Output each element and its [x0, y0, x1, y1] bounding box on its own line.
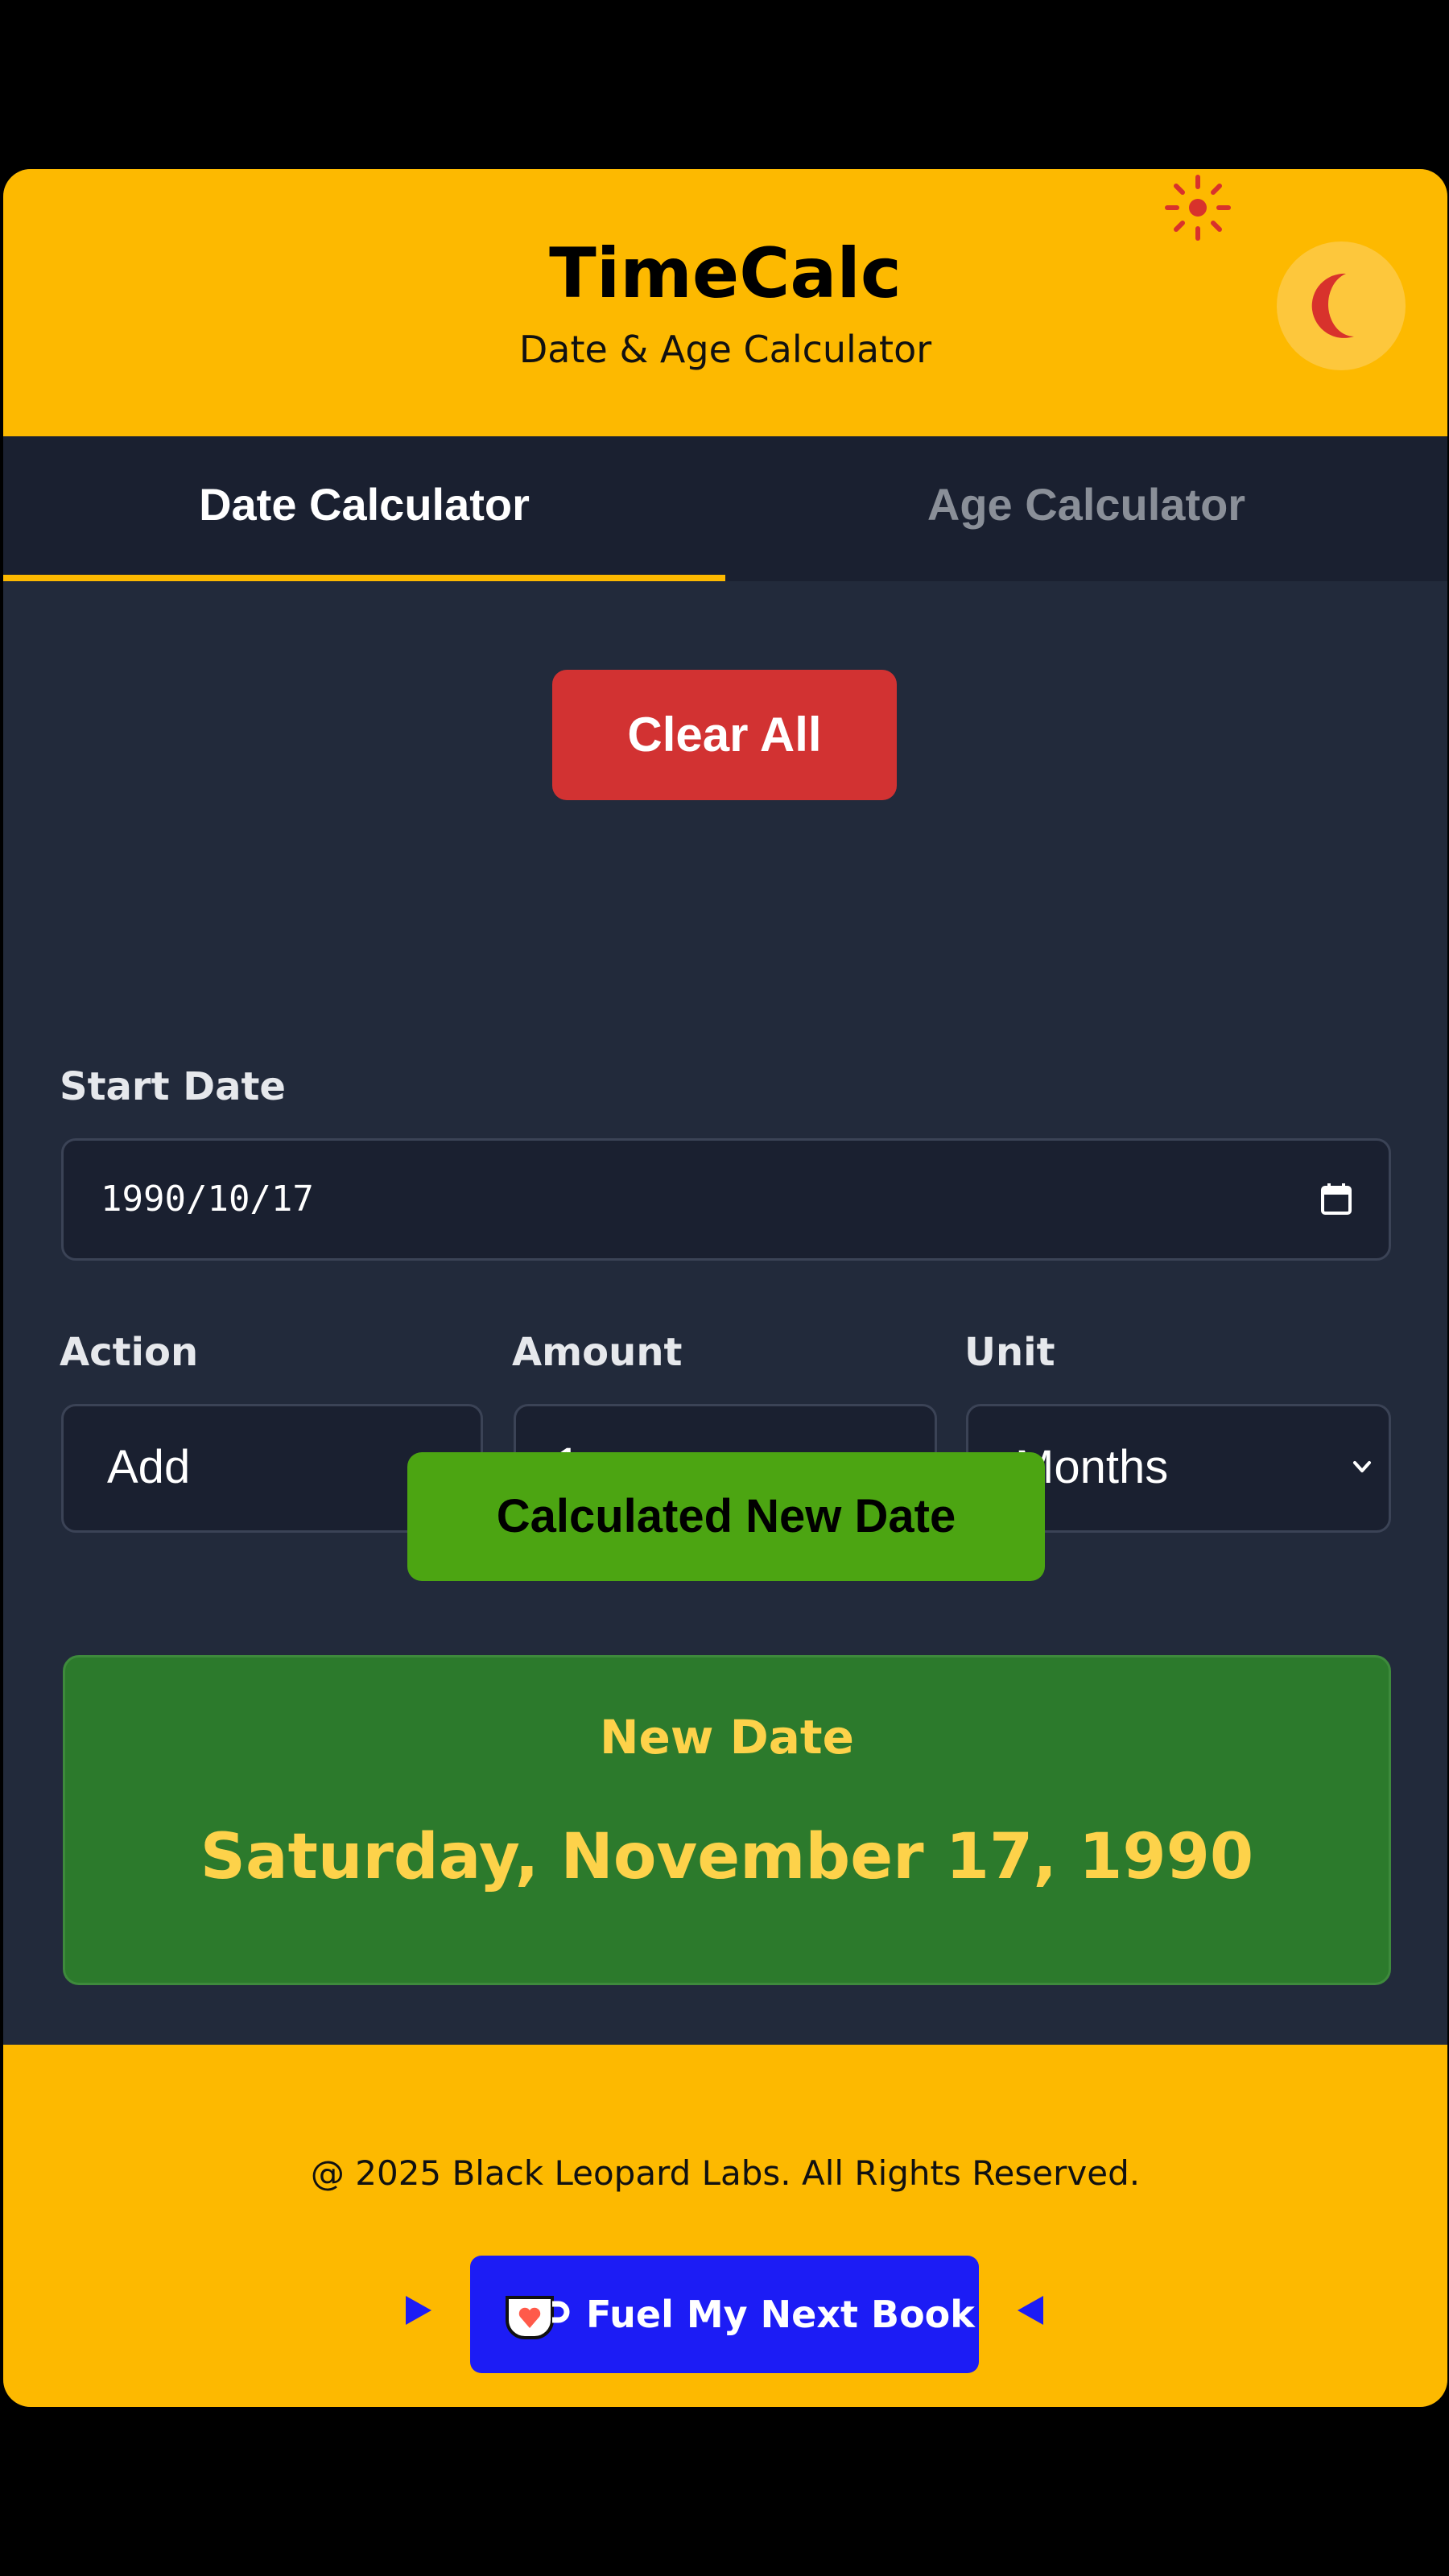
result-date: Saturday, November 17, 1990: [200, 1821, 1254, 1893]
result-panel: New Date Saturday, November 17, 1990: [63, 1655, 1391, 1985]
start-date-input[interactable]: 1990/10/17: [61, 1138, 1391, 1261]
unit-label: Unit: [964, 1330, 1055, 1375]
tab-age-calculator[interactable]: Age Calculator: [725, 436, 1447, 581]
start-date-label: Start Date: [60, 1064, 286, 1109]
active-tab-indicator: [3, 575, 725, 581]
arrow-left-icon: [1018, 2296, 1043, 2325]
coffee-cup-icon: [506, 2296, 570, 2339]
fuel-my-next-book-label: Fuel My Next Book: [586, 2293, 975, 2336]
result-label: New Date: [600, 1710, 854, 1765]
start-date-value: 1990/10/17: [101, 1179, 314, 1220]
action-selected-value: Add: [107, 1441, 191, 1493]
app-header: TimeCalc Date & Age Calculator: [3, 169, 1447, 436]
tab-date-calculator[interactable]: Date Calculator: [3, 436, 725, 581]
tab-bar: Date Calculator Age Calculator: [3, 436, 1447, 581]
fuel-my-next-book-button[interactable]: Fuel My Next Book: [470, 2256, 979, 2373]
action-label: Action: [60, 1330, 199, 1375]
app-card: TimeCalc Date & Age Calculator Date Calc…: [3, 169, 1447, 2407]
light-theme-button[interactable]: [1159, 169, 1236, 246]
amount-label: Amount: [512, 1330, 683, 1375]
calculate-new-date-button[interactable]: Calculated New Date: [407, 1452, 1045, 1581]
footer: @ 2025 Black Leopard Labs. All Rights Re…: [3, 2045, 1447, 2407]
moon-icon: [1311, 273, 1354, 338]
calendar-icon[interactable]: [1321, 1183, 1352, 1215]
app-subtitle: Date & Age Calculator: [518, 328, 932, 371]
copyright-text: @ 2025 Black Leopard Labs. All Rights Re…: [310, 2153, 1141, 2193]
chevron-down-icon: [1353, 1461, 1371, 1472]
arrow-right-icon: [406, 2296, 431, 2325]
dark-theme-button[interactable]: [1277, 242, 1406, 370]
clear-all-button[interactable]: Clear All: [552, 670, 897, 800]
sun-icon: [1165, 175, 1231, 241]
